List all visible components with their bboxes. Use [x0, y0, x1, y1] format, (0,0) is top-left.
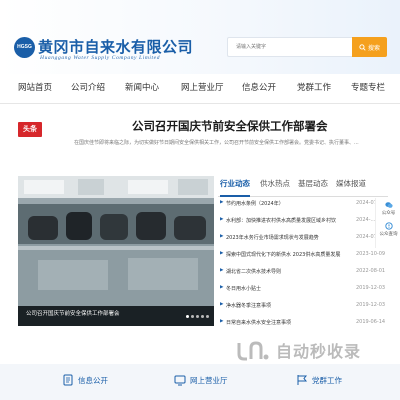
- news-item-title[interactable]: 净水器冬季注意事项: [226, 302, 354, 309]
- quick-link-party[interactable]: 党群工作: [296, 372, 342, 388]
- news-slideshow[interactable]: 公司召开国庆节前安全保供工作部署会: [18, 176, 214, 326]
- headline-section: 头条 公司召开国庆节前安全保供工作部署会 在国庆佳节即将来临之际，为切实做好节日…: [0, 108, 400, 158]
- slide-dot[interactable]: [186, 315, 189, 318]
- slide-dot[interactable]: [196, 315, 199, 318]
- wechat-icon: [384, 202, 393, 208]
- search-button[interactable]: 搜索: [352, 37, 387, 57]
- news-item-title[interactable]: 2023年水务行业市场需求现状与发展趋势: [226, 234, 354, 241]
- side-item-label: 公众号: [381, 211, 396, 216]
- quick-link-label: 网上营业厅: [190, 375, 228, 385]
- nav-item-about[interactable]: 公司介绍: [71, 74, 105, 103]
- news-item[interactable]: ▶ 水利部：加快推进农村供水高质量发展区域乡村饮 2024-...: [218, 214, 388, 228]
- slide-dot[interactable]: [201, 315, 204, 318]
- bullet-arrow-icon: ▶: [220, 285, 224, 290]
- slide-dot[interactable]: [206, 315, 209, 318]
- quick-links-bar: 信息公开 网上营业厅 党群工作: [0, 364, 400, 400]
- slide-dot[interactable]: [191, 315, 194, 318]
- slide-photo: [18, 176, 214, 326]
- headline-badge: 头条: [18, 122, 42, 137]
- news-item-date: 2023-10-09: [356, 251, 386, 257]
- news-item-date: 2019-12-03: [356, 302, 386, 308]
- news-item-date: 2022-08-01: [356, 268, 386, 274]
- bullet-arrow-icon: ▶: [220, 268, 224, 273]
- headline-title[interactable]: 公司召开国庆节前安全保供工作部署会: [132, 118, 328, 134]
- search-icon: [359, 43, 366, 51]
- nav-item-disclosure[interactable]: 信息公开: [242, 74, 276, 103]
- news-item[interactable]: ▶ 冬日用水小贴士 2019-12-03: [218, 282, 388, 296]
- watermark-text: 自动秒收录: [276, 342, 362, 361]
- search-input[interactable]: [227, 37, 352, 57]
- quick-link-online-hall[interactable]: 网上营业厅: [174, 372, 228, 388]
- news-item-title[interactable]: 探索中国式现代化下的新供水 2023供水高质量发展: [226, 251, 354, 258]
- company-name[interactable]: 黄冈市自来水有限公司: [38, 36, 193, 57]
- news-list: ▶ 节约用水条例（2024年） 2024-07-2 ▶ 水利部：加快推进农村供水…: [218, 196, 388, 332]
- quick-link-disclosure[interactable]: 信息公开: [62, 372, 108, 388]
- company-logo-icon[interactable]: HGSG: [14, 37, 35, 58]
- company-name-en: Huanggang Water Supply Company Limited: [40, 55, 161, 61]
- headline-summary[interactable]: 在国庆佳节即将来临之际，为切实做好节日期间安全保供相关工作，公司召开节前安全保供…: [74, 139, 374, 146]
- news-item[interactable]: ▶ 日常自来水供水安全注意事项 2019-06-14: [218, 316, 388, 330]
- nav-item-home[interactable]: 网站首页: [18, 74, 52, 103]
- news-item[interactable]: ▶ 湖北省二次供水技术导则 2022-08-01: [218, 265, 388, 279]
- bullet-arrow-icon: ▶: [220, 302, 224, 307]
- news-item-date: 2019-06-14: [356, 319, 386, 325]
- news-item[interactable]: ▶ 2023年水务行业市场需求现状与发展趋势 2024-07-0: [218, 231, 388, 245]
- side-item-wechat[interactable]: 公众号: [376, 201, 400, 216]
- main-nav: 网站首页 公司介绍 新闻中心 网上营业厅 信息公开 党群工作 专题专栏: [0, 74, 400, 104]
- nav-item-special[interactable]: 专题专栏: [351, 74, 385, 103]
- news-item[interactable]: ▶ 净水器冬季注意事项 2019-12-03: [218, 299, 388, 313]
- search-button-label: 搜索: [367, 44, 380, 52]
- flag-icon: [297, 375, 308, 385]
- slide-caption[interactable]: 公司召开国庆节前安全保供工作部署会: [26, 309, 120, 317]
- news-item-title[interactable]: 日常自来水供水安全注意事项: [226, 319, 354, 326]
- news-item-title[interactable]: 节约用水条例（2024年）: [226, 200, 354, 207]
- news-item-title[interactable]: 水利部：加快推进农村供水高质量发展区域乡村饮: [226, 217, 354, 224]
- news-item-date: 2024-...: [356, 217, 376, 223]
- news-item[interactable]: ▶ 节约用水条例（2024年） 2024-07-2: [218, 197, 388, 211]
- watermark-logo-icon: [237, 341, 269, 361]
- tab-grassroots-news[interactable]: 基层动态: [298, 176, 328, 195]
- tab-water-hotspots[interactable]: 供水热点: [260, 176, 290, 195]
- news-item-title[interactable]: 湖北省二次供水技术导则: [226, 268, 354, 275]
- news-item[interactable]: ▶ 探索中国式现代化下的新供水 2023供水高质量发展 2023-10-09: [218, 248, 388, 262]
- side-item-query[interactable]: 公众查询: [376, 222, 400, 237]
- news-item-title[interactable]: 冬日用水小贴士: [226, 285, 354, 292]
- nav-item-online-hall[interactable]: 网上营业厅: [181, 74, 224, 103]
- side-item-label: 公众查询: [379, 232, 398, 237]
- quick-link-label: 信息公开: [78, 375, 108, 385]
- bullet-arrow-icon: ▶: [220, 234, 224, 239]
- document-icon: [63, 374, 73, 386]
- tab-industry-news[interactable]: 行业动态: [220, 176, 250, 197]
- nav-item-party[interactable]: 党群工作: [297, 74, 331, 103]
- news-item-date: 2019-12-03: [356, 285, 386, 291]
- bullet-arrow-icon: ▶: [220, 200, 224, 205]
- news-tabs: 行业动态 供水热点 基层动态 媒体报道: [218, 176, 388, 197]
- site-header: HGSG 黄冈市自来水有限公司 Huanggang Water Supply C…: [0, 0, 400, 74]
- bullet-arrow-icon: ▶: [220, 319, 224, 324]
- bullet-arrow-icon: ▶: [220, 217, 224, 222]
- floating-sidebar: 公众号 公众查询: [375, 198, 400, 248]
- search-box: 搜索: [227, 37, 387, 59]
- query-icon: [384, 222, 393, 230]
- nav-item-news[interactable]: 新闻中心: [125, 74, 159, 103]
- monitor-icon: [174, 375, 186, 386]
- quick-link-label: 党群工作: [312, 375, 342, 385]
- tab-media-reports[interactable]: 媒体报道: [336, 176, 366, 195]
- bullet-arrow-icon: ▶: [220, 251, 224, 256]
